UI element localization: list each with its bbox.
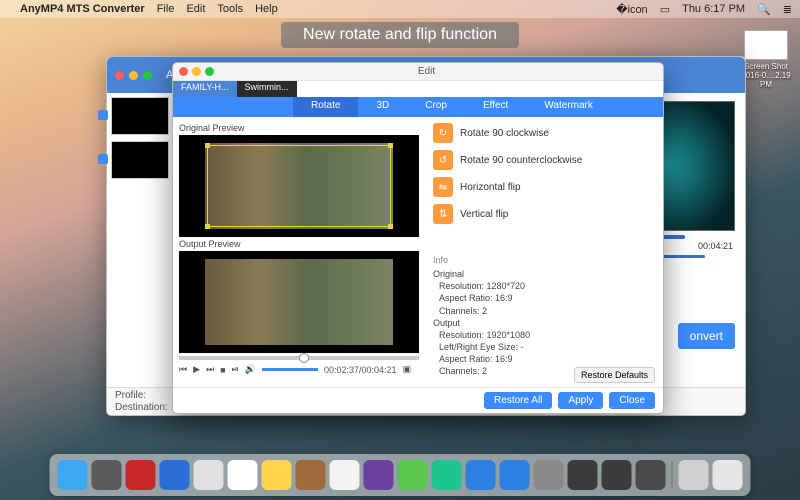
menu-tools[interactable]: Tools xyxy=(217,3,243,15)
crop-handle-icon[interactable] xyxy=(388,224,393,229)
prev-icon[interactable]: ⏮ xyxy=(179,364,187,375)
convert-button[interactable]: onvert xyxy=(678,323,735,349)
minimize-icon[interactable] xyxy=(129,71,138,80)
flip-h-icon: ⇋ xyxy=(433,177,453,197)
tab-watermark[interactable]: Watermark xyxy=(526,97,611,117)
safari-icon[interactable] xyxy=(126,460,156,490)
transport-controls: ⏮ ▶ ⏭ ■ ⏯ 🔊 00:02:37/00:04:21 ▣ xyxy=(179,364,421,375)
menu-edit[interactable]: Edit xyxy=(186,3,205,15)
file-tab[interactable]: Swimmin... xyxy=(237,81,297,97)
rotate-ccw-option[interactable]: ↺Rotate 90 counterclockwise xyxy=(433,150,655,170)
appstore-icon[interactable] xyxy=(500,460,530,490)
tab-rotate[interactable]: Rotate xyxy=(293,97,358,117)
photobooth-icon[interactable] xyxy=(432,460,462,490)
downloads-icon[interactable] xyxy=(679,460,709,490)
flag-icon[interactable]: ▭ xyxy=(660,3,670,16)
function-tab-bar: Rotate 3D Crop Effect Watermark xyxy=(173,97,663,117)
step-icon[interactable]: ⏯ xyxy=(232,364,239,375)
trash-icon[interactable] xyxy=(713,460,743,490)
screenshot-thumb-icon xyxy=(744,30,788,60)
maps-icon[interactable] xyxy=(330,460,360,490)
app-icon[interactable] xyxy=(636,460,666,490)
dialog-title: Edit xyxy=(190,66,663,77)
stop-icon[interactable]: ■ xyxy=(220,365,225,375)
restore-defaults-button[interactable]: Restore Defaults xyxy=(574,367,655,383)
menu-extra-icon[interactable]: ≣ xyxy=(783,3,792,16)
restore-all-button[interactable]: Restore All xyxy=(484,392,552,409)
spotlight-icon[interactable]: 🔍 xyxy=(757,3,771,16)
calendar-icon[interactable] xyxy=(228,460,258,490)
dock-separator xyxy=(672,461,673,489)
flip-v-icon: ⇅ xyxy=(433,204,453,224)
file-sidebar xyxy=(107,93,177,387)
crop-handle-icon[interactable] xyxy=(388,143,393,148)
info-panel: Info Original Resolution: 1280*720 Aspec… xyxy=(433,254,655,377)
desktop-file-icon[interactable]: Screen Shot 2016-0....2.19 PM xyxy=(740,30,792,89)
file-tab[interactable]: FAMILY-H... xyxy=(173,81,237,97)
tab-crop[interactable]: Crop xyxy=(407,97,465,117)
menubar-clock[interactable]: Thu 6:17 PM xyxy=(682,3,745,15)
preferences-icon[interactable] xyxy=(534,460,564,490)
finder-icon[interactable] xyxy=(58,460,88,490)
menubar-app-name[interactable]: AnyMP4 MTS Converter xyxy=(20,3,145,15)
close-icon[interactable] xyxy=(179,67,188,76)
app-icon[interactable] xyxy=(568,460,598,490)
itunes-icon[interactable] xyxy=(466,460,496,490)
timecode: 00:02:37/00:04:21 xyxy=(324,365,397,375)
checkbox-icon[interactable] xyxy=(98,154,108,164)
banner-caption: New rotate and flip function xyxy=(281,22,519,48)
original-preview-label: Original Preview xyxy=(179,123,421,133)
menu-file[interactable]: File xyxy=(157,3,175,15)
output-preview-label: Output Preview xyxy=(179,239,421,249)
original-preview xyxy=(179,135,419,237)
close-icon[interactable] xyxy=(115,71,124,80)
facetime-icon[interactable] xyxy=(398,460,428,490)
desktop-file-label: Screen Shot 2016-0....2.19 PM xyxy=(740,62,792,89)
crop-handle-icon[interactable] xyxy=(205,224,210,229)
dock xyxy=(50,454,751,496)
volume-icon[interactable]: 🔊 xyxy=(245,364,256,375)
file-tab-bar: FAMILY-H... Swimmin... xyxy=(173,81,663,97)
launchpad-icon[interactable] xyxy=(92,460,122,490)
tab-3d[interactable]: 3D xyxy=(358,97,407,117)
mail-icon[interactable] xyxy=(160,460,190,490)
crop-outline[interactable] xyxy=(207,145,391,227)
notes-icon[interactable] xyxy=(262,460,292,490)
preview-time: 00:04:21 xyxy=(698,241,733,251)
play-icon[interactable]: ▶ xyxy=(193,364,200,375)
crop-handle-icon[interactable] xyxy=(205,143,210,148)
apply-button[interactable]: Apply xyxy=(558,392,603,409)
menu-help[interactable]: Help xyxy=(255,3,278,15)
close-button[interactable]: Close xyxy=(609,392,655,409)
checkbox-icon[interactable] xyxy=(98,110,108,120)
flip-h-option[interactable]: ⇋Horizontal flip xyxy=(433,177,655,197)
zoom-icon[interactable] xyxy=(143,71,152,80)
flip-v-option[interactable]: ⇅Vertical flip xyxy=(433,204,655,224)
edit-dialog: Edit FAMILY-H... Swimmin... Rotate 3D Cr… xyxy=(172,62,664,414)
reminders-icon[interactable] xyxy=(296,460,326,490)
wifi-icon[interactable]: �icon xyxy=(616,3,647,16)
rotate-cw-icon: ↻ xyxy=(433,123,453,143)
slider-thumb-icon[interactable] xyxy=(299,353,309,363)
list-item[interactable] xyxy=(111,141,169,179)
tab-effect[interactable]: Effect xyxy=(465,97,526,117)
rotate-cw-option[interactable]: ↻Rotate 90 clockwise xyxy=(433,123,655,143)
next-icon[interactable]: ⏭ xyxy=(206,364,214,375)
contacts-icon[interactable] xyxy=(194,460,224,490)
app-icon[interactable] xyxy=(602,460,632,490)
scrub-slider[interactable] xyxy=(179,356,419,360)
output-preview xyxy=(179,251,419,353)
volume-slider[interactable] xyxy=(262,368,318,371)
messages-icon[interactable] xyxy=(364,460,394,490)
snapshot-icon[interactable]: ▣ xyxy=(403,364,412,375)
rotate-ccw-icon: ↺ xyxy=(433,150,453,170)
list-item[interactable] xyxy=(111,97,169,135)
mac-menubar: AnyMP4 MTS Converter File Edit Tools Hel… xyxy=(0,0,800,18)
